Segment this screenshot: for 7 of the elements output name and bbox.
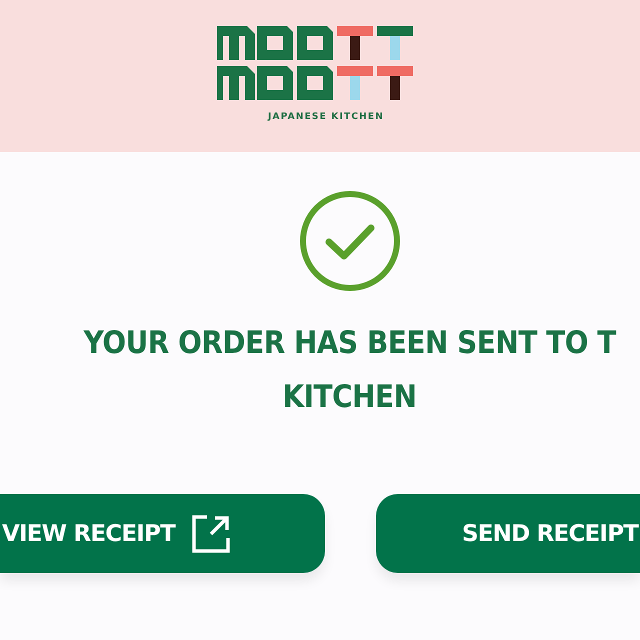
logo-tagline: JAPANESE KITCHEN	[268, 112, 384, 122]
external-link-icon	[190, 514, 231, 554]
confirmation-heading: YOUR ORDER HAS BEEN SENT TO T	[84, 324, 616, 363]
send-receipt-button[interactable]: SEND RECEIPT	[376, 494, 640, 573]
confirmation-heading: KITCHEN	[282, 378, 418, 417]
view-receipt-button[interactable]: VIEW RECEIPT	[0, 494, 325, 573]
check-circle-icon	[299, 190, 401, 292]
